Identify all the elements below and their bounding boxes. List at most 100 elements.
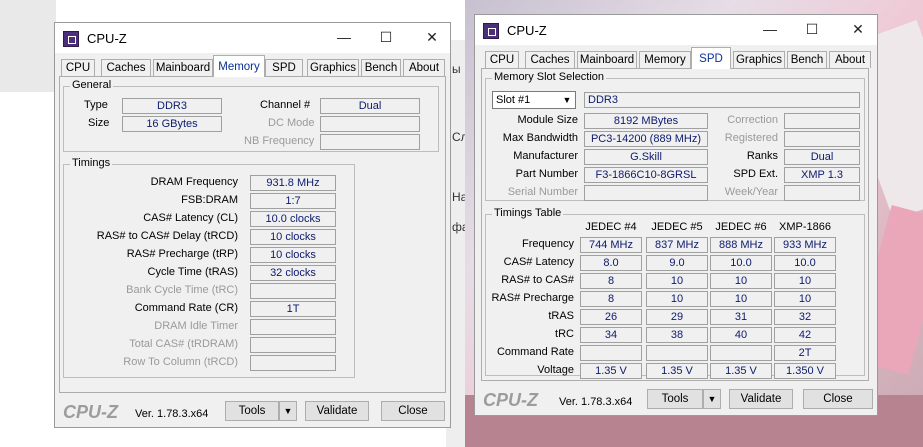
memory-panel: General Type DDR3 Size 16 GBytes Channel… — [59, 76, 446, 393]
tab-graphics[interactable]: Graphics — [307, 59, 359, 76]
timings-row-label: Voltage — [537, 364, 574, 376]
timing-value: 1T — [250, 301, 336, 317]
timings-cell: 32 — [774, 309, 836, 325]
tab-mainboard[interactable]: Mainboard — [577, 51, 637, 68]
week-year-label: Week/Year — [724, 186, 778, 198]
timings-cell: 8.0 — [580, 255, 642, 271]
maximize-icon[interactable]: ☐ — [801, 19, 823, 39]
dc-mode-value — [320, 116, 420, 132]
timings-column-header: JEDEC #4 — [585, 221, 637, 233]
timings-cell: 2T — [774, 345, 836, 361]
cpuz-window-spd: CPU-Z — ☐ ✕ CPU Caches Mainboard Memory … — [474, 14, 878, 416]
timing-label: Row To Column (tRCD) — [123, 356, 238, 368]
tab-memory[interactable]: Memory — [639, 51, 691, 68]
minimize-icon[interactable]: — — [759, 19, 781, 39]
validate-button[interactable]: Validate — [729, 389, 793, 409]
timing-label: RAS# to CAS# Delay (tRCD) — [96, 230, 238, 242]
timing-value: 32 clocks — [250, 265, 336, 281]
group-title: Timings Table — [492, 207, 564, 219]
tools-button[interactable]: Tools — [225, 401, 279, 421]
tab-graphics[interactable]: Graphics — [733, 51, 785, 68]
close-icon[interactable]: ✕ — [421, 27, 443, 47]
background-text: ы — [452, 62, 461, 76]
timings-row-label: RAS# to CAS# — [501, 274, 574, 286]
spd-panel: Memory Slot Selection Slot #1 ▼ DDR3 Mod… — [481, 68, 869, 381]
timing-value — [250, 319, 336, 335]
ranks-label: Ranks — [746, 150, 778, 162]
tab-about[interactable]: About — [829, 51, 871, 68]
spd-ext-value: XMP 1.3 — [784, 167, 860, 183]
chevron-down-icon[interactable]: ▼ — [559, 92, 575, 108]
timings-cell: 837 MHz — [646, 237, 708, 253]
timing-label: Bank Cycle Time (tRC) — [126, 284, 238, 296]
timings-cell: 1.350 V — [774, 363, 836, 379]
timings-column-header: JEDEC #5 — [651, 221, 703, 233]
window-title: CPU-Z — [87, 31, 127, 46]
max-bandwidth-value: PC3-14200 (889 MHz) — [584, 131, 708, 147]
size-value: 16 GBytes — [122, 116, 222, 132]
timings-row-label: tRAS — [548, 310, 574, 322]
week-year-value — [784, 185, 860, 201]
tools-dropdown-icon[interactable]: ▼ — [279, 401, 297, 421]
title-bar[interactable]: CPU-Z — ☐ ✕ — [475, 15, 877, 45]
timings-row-label: Frequency — [522, 238, 574, 250]
timings-cell — [646, 345, 708, 361]
version-text: Ver. 1.78.3.x64 — [135, 408, 209, 420]
timings-cell: 26 — [580, 309, 642, 325]
correction-value — [784, 113, 860, 129]
tab-bench[interactable]: Bench — [787, 51, 827, 68]
slot-select-value: Slot #1 — [496, 94, 531, 106]
timings-column-header: XMP-1866 — [779, 221, 831, 233]
tools-dropdown-icon[interactable]: ▼ — [703, 389, 721, 409]
timings-cell: 10 — [646, 291, 708, 307]
tab-cpu[interactable]: CPU — [485, 51, 519, 68]
validate-button[interactable]: Validate — [305, 401, 369, 421]
correction-label: Correction — [727, 114, 778, 126]
timings-cell: 1.35 V — [580, 363, 642, 379]
cpuz-app-icon — [63, 31, 79, 47]
tab-mainboard[interactable]: Mainboard — [153, 59, 213, 76]
type-label: Type — [84, 99, 108, 111]
tab-caches[interactable]: Caches — [101, 59, 151, 76]
group-title: General — [70, 79, 114, 91]
timings-table-group: Timings Table JEDEC #4 JEDEC #5 JEDEC #6 XM… — [485, 207, 865, 379]
timings-cell — [580, 345, 642, 361]
timings-cell: 42 — [774, 327, 836, 343]
maximize-icon[interactable]: ☐ — [375, 27, 397, 47]
background-window-strip — [0, 0, 56, 92]
timing-value — [250, 355, 336, 371]
close-button[interactable]: Close — [803, 389, 873, 409]
timings-cell — [710, 345, 772, 361]
serial-number-value — [584, 185, 708, 201]
tab-caches[interactable]: Caches — [525, 51, 575, 68]
timing-label: DRAM Frequency — [150, 176, 238, 188]
close-button[interactable]: Close — [381, 401, 445, 421]
timings-cell: 933 MHz — [774, 237, 836, 253]
slot-select[interactable]: Slot #1 ▼ — [492, 91, 576, 109]
timing-label: Cycle Time (tRAS) — [147, 266, 238, 278]
nb-frequency-value — [320, 134, 420, 150]
timings-cell: 1.35 V — [646, 363, 708, 379]
minimize-icon[interactable]: — — [333, 27, 355, 47]
timings-cell: 34 — [580, 327, 642, 343]
registered-value — [784, 131, 860, 147]
title-bar[interactable]: CPU-Z — ☐ ✕ — [55, 23, 450, 53]
timings-row-label: CAS# Latency — [503, 256, 574, 268]
tab-spd[interactable]: SPD — [265, 59, 303, 76]
tab-bench[interactable]: Bench — [361, 59, 401, 76]
timings-row-label: RAS# Precharge — [491, 292, 574, 304]
size-label: Size — [88, 117, 110, 129]
tab-memory[interactable]: Memory — [213, 55, 265, 77]
cpuz-app-icon — [483, 23, 499, 39]
module-size-value: 8192 MBytes — [584, 113, 708, 129]
timing-value — [250, 337, 336, 353]
tab-spd[interactable]: SPD — [691, 47, 731, 69]
timing-label: Command Rate (CR) — [134, 302, 238, 314]
tools-button[interactable]: Tools — [647, 389, 703, 409]
module-size-label: Module Size — [517, 114, 578, 126]
timings-cell: 10 — [774, 273, 836, 289]
tab-cpu[interactable]: CPU — [61, 59, 95, 76]
timings-cell: 1.35 V — [710, 363, 772, 379]
close-icon[interactable]: ✕ — [847, 19, 869, 39]
tab-about[interactable]: About — [403, 59, 445, 76]
